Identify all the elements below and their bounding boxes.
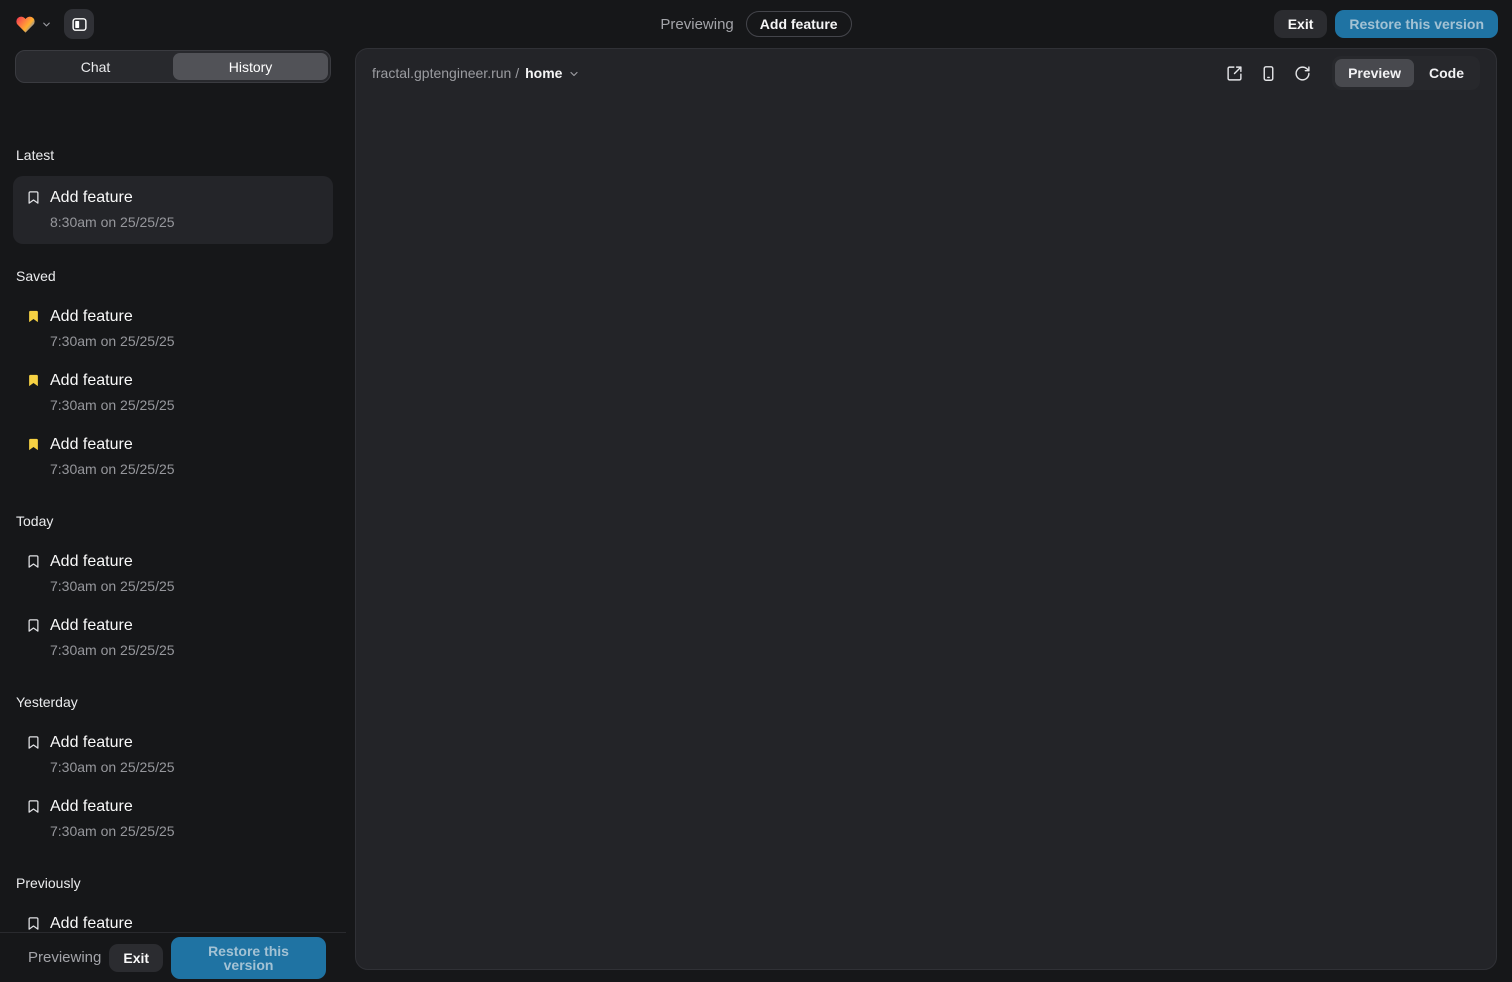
- mobile-view-button[interactable]: [1254, 59, 1282, 87]
- refresh-icon: [1294, 65, 1311, 82]
- bookmark-icon[interactable]: [26, 309, 41, 324]
- history-section-title: Previously: [16, 875, 330, 891]
- history-section-title: Saved: [16, 268, 330, 284]
- history-item[interactable]: Add feature 7:30am on 25/25/25: [0, 297, 346, 361]
- workspace-menu[interactable]: [14, 14, 52, 35]
- bookmark-icon[interactable]: [26, 618, 41, 633]
- version-badge: Add feature: [746, 11, 852, 37]
- history-item[interactable]: Add feature 7:30am on 25/25/25: [0, 723, 346, 787]
- history-item-title: Add feature: [50, 913, 175, 932]
- history-section: Latest Add feature 8:30am on 25/25/25: [0, 147, 346, 244]
- history-section-title: Today: [16, 513, 330, 529]
- history-item-timestamp: 7:30am on 25/25/25: [50, 331, 175, 351]
- history-item-timestamp: 7:30am on 25/25/25: [50, 459, 175, 479]
- history-sidebar: Chat History Latest Add feature 8:30am o…: [0, 48, 346, 982]
- history-item-title: Add feature: [50, 306, 175, 328]
- bookmark-icon[interactable]: [26, 799, 41, 814]
- bookmark-icon[interactable]: [26, 373, 41, 388]
- external-link-icon: [1226, 65, 1243, 82]
- footer-restore-version-button[interactable]: Restore this version: [171, 937, 326, 979]
- sidebar-toggle-button[interactable]: [64, 9, 94, 39]
- open-in-new-tab-button[interactable]: [1220, 59, 1248, 87]
- history-section: Yesterday Add feature 7:30am on 25/25/25…: [0, 694, 346, 851]
- history-item-title: Add feature: [50, 370, 175, 392]
- previewing-label: Previewing: [660, 16, 733, 33]
- history-item[interactable]: Add feature 7:30am on 25/25/25: [0, 787, 346, 851]
- sidebar-footer: Previewing Exit Restore this version: [0, 932, 346, 982]
- url-host: fractal.gptengineer.run /: [372, 65, 519, 81]
- preview-toolbar: fractal.gptengineer.run / home: [356, 49, 1496, 97]
- footer-previewing-label: Previewing: [28, 949, 101, 966]
- history-item-timestamp: 7:30am on 25/25/25: [50, 821, 175, 841]
- refresh-button[interactable]: [1288, 59, 1316, 87]
- preview-code-toggle: Preview Code: [1332, 56, 1480, 90]
- tab-chat[interactable]: Chat: [18, 53, 173, 80]
- history-section-title: Yesterday: [16, 694, 330, 710]
- bookmark-icon[interactable]: [26, 437, 41, 452]
- history-section: Today Add feature 7:30am on 25/25/25 Add…: [0, 513, 346, 670]
- history-item-timestamp: 7:30am on 25/25/25: [50, 640, 175, 660]
- chevron-down-icon: [568, 68, 580, 80]
- history-item-title: Add feature: [50, 732, 175, 754]
- exit-button[interactable]: Exit: [1274, 10, 1328, 38]
- history-item-title: Add feature: [50, 796, 175, 818]
- preview-panel: fractal.gptengineer.run / home: [355, 48, 1497, 970]
- history-item-title: Add feature: [50, 187, 175, 209]
- restore-version-button[interactable]: Restore this version: [1335, 10, 1498, 38]
- footer-exit-button[interactable]: Exit: [109, 944, 163, 972]
- bookmark-icon[interactable]: [26, 554, 41, 569]
- history-item[interactable]: Add feature 7:30am on 25/25/25: [0, 542, 346, 606]
- chevron-down-icon: [41, 19, 52, 30]
- history-item[interactable]: Add feature 7:30am on 25/25/25: [0, 361, 346, 425]
- history-item-timestamp: 7:30am on 25/25/25: [50, 395, 175, 415]
- history-item-timestamp: 8:30am on 25/25/25: [50, 212, 175, 232]
- history-section: Previously Add feature 7:30am on 25/25/2…: [0, 875, 346, 932]
- history-item-timestamp: 7:30am on 25/25/25: [50, 576, 175, 596]
- history-item[interactable]: Add feature 7:30am on 25/25/25: [0, 904, 346, 932]
- history-item-title: Add feature: [50, 551, 175, 573]
- chat-history-tabs: Chat History: [15, 50, 331, 83]
- history-item-title: Add feature: [50, 615, 175, 637]
- tab-history[interactable]: History: [173, 53, 328, 80]
- history-item[interactable]: Add feature 7:30am on 25/25/25: [0, 425, 346, 489]
- bookmark-icon[interactable]: [26, 916, 41, 931]
- smartphone-icon: [1260, 65, 1277, 82]
- tab-preview[interactable]: Preview: [1335, 59, 1414, 87]
- route-selector[interactable]: fractal.gptengineer.run / home: [372, 65, 580, 81]
- history-list: Latest Add feature 8:30am on 25/25/25 Sa…: [0, 132, 346, 932]
- url-page: home: [525, 65, 562, 81]
- top-bar: Previewing Add feature Exit Restore this…: [0, 0, 1512, 48]
- history-item[interactable]: Add feature 8:30am on 25/25/25: [13, 176, 333, 244]
- lovable-heart-logo-icon: [14, 14, 37, 35]
- preview-viewport: [356, 97, 1496, 969]
- bookmark-icon[interactable]: [26, 190, 41, 205]
- history-item[interactable]: Add feature 7:30am on 25/25/25: [0, 606, 346, 670]
- panel-left-icon: [71, 16, 88, 33]
- tab-code[interactable]: Code: [1416, 59, 1477, 87]
- bookmark-icon[interactable]: [26, 735, 41, 750]
- history-section: Saved Add feature 7:30am on 25/25/25 Add…: [0, 268, 346, 489]
- history-section-title: Latest: [16, 147, 330, 163]
- history-item-title: Add feature: [50, 434, 175, 456]
- history-item-timestamp: 7:30am on 25/25/25: [50, 757, 175, 777]
